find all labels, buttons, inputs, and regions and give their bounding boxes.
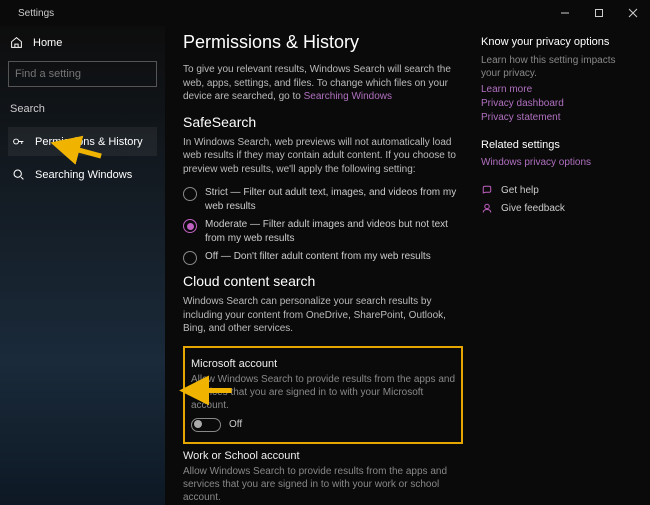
work-account-desc: Allow Windows Search to provide results … — [183, 465, 463, 504]
close-button[interactable] — [616, 0, 650, 26]
heading-safesearch: SafeSearch — [183, 114, 463, 130]
cloud-desc: Windows Search can personalize your sear… — [183, 295, 463, 336]
radio-label: Off — Don't filter adult content from my… — [205, 250, 431, 264]
search-input[interactable] — [15, 68, 157, 80]
page-title: Permissions & History — [183, 32, 463, 53]
minimize-button[interactable] — [548, 0, 582, 26]
radio-moderate[interactable]: Moderate — Filter adult images and video… — [183, 218, 463, 245]
toggle-ms-account[interactable] — [191, 418, 221, 432]
feedback-icon — [481, 202, 493, 214]
right-know-title: Know your privacy options — [481, 36, 631, 48]
sidebar-home[interactable]: Home — [8, 32, 157, 57]
sidebar-item-searching-windows[interactable]: Searching Windows — [8, 160, 157, 189]
link-privacy-statement[interactable]: Privacy statement — [481, 112, 631, 123]
link-windows-privacy-options[interactable]: Windows privacy options — [481, 157, 631, 168]
link-get-help[interactable]: Get help — [481, 184, 631, 196]
radio-label: Moderate — Filter adult images and video… — [205, 218, 463, 245]
toggle-ms-state: Off — [229, 419, 242, 430]
intro-text: To give you relevant results, Windows Se… — [183, 63, 463, 104]
sidebar-search[interactable] — [8, 61, 157, 87]
radio-strict[interactable]: Strict — Filter out adult text, images, … — [183, 186, 463, 213]
work-account-label: Work or School account — [183, 450, 463, 462]
titlebar-title: Settings — [18, 8, 54, 19]
radio-icon — [183, 219, 197, 233]
sidebar-item-label: Permissions & History — [35, 136, 143, 148]
key-icon — [12, 135, 25, 148]
ms-account-label: Microsoft account — [191, 358, 455, 370]
search-icon — [12, 168, 25, 181]
ms-account-desc: Allow Windows Search to provide results … — [191, 373, 455, 412]
sidebar-item-permissions-history[interactable]: Permissions & History — [8, 127, 157, 156]
home-icon — [10, 36, 23, 49]
highlight-microsoft-account: Microsoft account Allow Windows Search t… — [183, 346, 463, 444]
radio-icon — [183, 251, 197, 265]
maximize-button[interactable] — [582, 0, 616, 26]
right-know-desc: Learn how this setting impacts your priv… — [481, 54, 631, 80]
sidebar-home-label: Home — [33, 37, 62, 49]
safesearch-desc: In Windows Search, web previews will not… — [183, 136, 463, 177]
radio-icon — [183, 187, 197, 201]
link-privacy-dashboard[interactable]: Privacy dashboard — [481, 98, 631, 109]
radio-off[interactable]: Off — Don't filter adult content from my… — [183, 250, 463, 265]
radio-label: Strict — Filter out adult text, images, … — [205, 186, 463, 213]
heading-cloud: Cloud content search — [183, 273, 463, 289]
right-related-title: Related settings — [481, 139, 631, 151]
link-searching-windows[interactable]: Searching Windows — [304, 91, 392, 102]
help-icon — [481, 184, 493, 196]
sidebar-item-label: Searching Windows — [35, 169, 132, 181]
sidebar-header: Search — [8, 101, 157, 123]
link-learn-more[interactable]: Learn more — [481, 84, 631, 95]
link-give-feedback[interactable]: Give feedback — [481, 202, 631, 214]
